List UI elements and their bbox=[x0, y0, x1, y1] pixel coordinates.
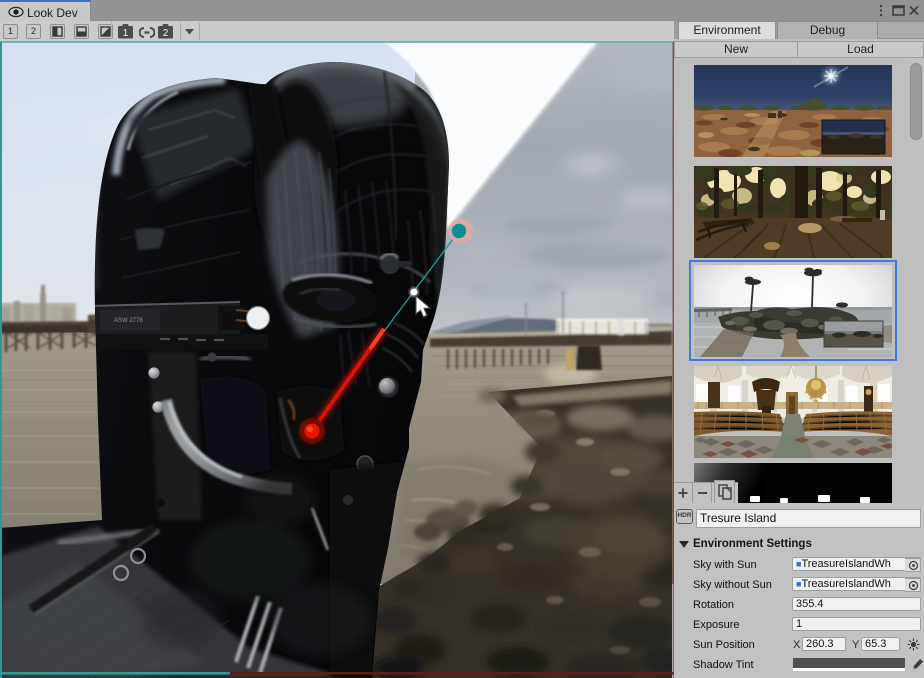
svg-text:2: 2 bbox=[163, 28, 169, 39]
svg-text:1: 1 bbox=[123, 28, 129, 39]
svg-text:ASW 2778: ASW 2778 bbox=[114, 318, 143, 324]
